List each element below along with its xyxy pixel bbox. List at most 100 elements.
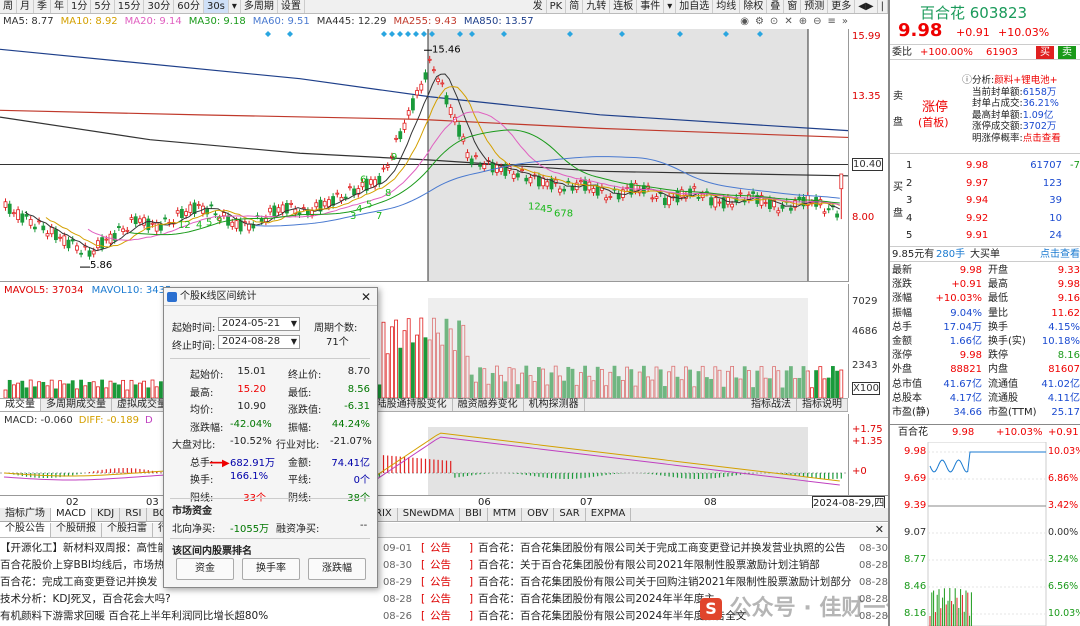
info-icon: ⓘ bbox=[962, 75, 972, 86]
mini-title: 百合花 bbox=[898, 427, 928, 438]
period-tab[interactable]: 季 bbox=[34, 0, 51, 13]
signal-diamond bbox=[389, 31, 395, 37]
close-icon[interactable]: ✕ bbox=[361, 288, 371, 306]
nine-turn-digit: 678 bbox=[554, 208, 573, 219]
period-tab[interactable]: 年 bbox=[51, 0, 68, 13]
candle-body bbox=[87, 250, 92, 257]
mini-price-tick: 9.98 bbox=[904, 446, 927, 457]
candle-body bbox=[591, 188, 596, 193]
formula-tab[interactable]: RSI bbox=[120, 508, 148, 521]
intraday-mini-chart[interactable]: 9.98 9.69 9.39 9.07 8.77 8.46 8.16 10.03% 6.86% 3… bbox=[890, 441, 1080, 626]
bid-volume: 24 bbox=[1049, 230, 1062, 241]
news-item[interactable]: 有机颜料下游需求回暖 百合花上半年利润同比增长超80% 08-26 bbox=[0, 608, 412, 625]
period-tab[interactable]: 30分 bbox=[144, 0, 175, 13]
volume-chart[interactable] bbox=[0, 298, 848, 398]
macd-svg[interactable] bbox=[0, 427, 848, 495]
indicator-help-button[interactable]: 指标说明 bbox=[797, 399, 848, 411]
macd-chart[interactable] bbox=[0, 427, 848, 495]
news-item[interactable]: 技术分析：KDJ死叉，百合花会大吗? 08-28 bbox=[0, 591, 412, 608]
toolbar-button[interactable]: PK bbox=[547, 0, 567, 13]
close-icon[interactable]: ✕ bbox=[871, 523, 888, 537]
candle-body bbox=[66, 239, 71, 249]
period-tab[interactable]: 1分 bbox=[68, 0, 92, 13]
formula-tab[interactable]: MTM bbox=[488, 508, 523, 521]
target-icon[interactable]: ⊙ bbox=[770, 15, 778, 29]
indicator-tab[interactable]: 机构探测器 bbox=[524, 399, 585, 411]
announcement-item[interactable]: [公告] 百合花：关于百合花集团股份有限公司2021年限制性股票激励计划注销部 08… bbox=[416, 557, 888, 574]
toolbar-button[interactable]: 加自选 bbox=[676, 0, 714, 13]
period-tab[interactable]: 多周期 bbox=[241, 0, 278, 13]
settings-icon[interactable]: ⚙ bbox=[755, 15, 764, 29]
menu-icon[interactable]: ≡ bbox=[827, 15, 835, 29]
north-value: -1055万 bbox=[230, 524, 270, 535]
volume-svg[interactable] bbox=[0, 298, 848, 398]
rank-turnover-button[interactable]: 换手率 bbox=[242, 558, 300, 580]
close-icon[interactable]: ✕ bbox=[784, 15, 792, 29]
toolbar-button[interactable]: 除权 bbox=[740, 0, 768, 13]
candle-body bbox=[398, 131, 403, 140]
end-time-select[interactable]: 2024-08-28 ▼ bbox=[218, 335, 300, 349]
announcement-item[interactable]: [公告] 百合花：百合花集团股份有限公司关于回购注销2021年限制性股票激励计划部… bbox=[416, 574, 888, 591]
candle-body bbox=[633, 182, 638, 192]
toolbar-button[interactable]: 窗 bbox=[784, 0, 802, 13]
formula-tab[interactable]: 指标广场 bbox=[0, 508, 51, 521]
toolbar-button[interactable]: 事件 bbox=[637, 0, 665, 13]
bid-level: 3 bbox=[906, 195, 913, 206]
zoom-out-icon[interactable]: ⊖ bbox=[813, 15, 821, 29]
toolbar-button[interactable]: | bbox=[878, 0, 888, 13]
toolbar-button[interactable]: 预测 bbox=[801, 0, 829, 13]
sell-button[interactable]: 卖 bbox=[1058, 46, 1076, 59]
toolbar-button[interactable]: 九转 bbox=[583, 0, 611, 13]
toolbar-button[interactable]: 更多 bbox=[828, 0, 856, 13]
formula-tab[interactable]: KDJ bbox=[92, 508, 121, 521]
big-order-link[interactable]: 点击查看 bbox=[1040, 248, 1080, 262]
toolbar-button[interactable]: 发 bbox=[530, 0, 547, 13]
period-tab[interactable]: 60分 bbox=[174, 0, 204, 13]
indicator-help-button[interactable]: 指标战法 bbox=[746, 399, 797, 411]
formula-tab[interactable]: OBV bbox=[522, 508, 555, 521]
formula-tab[interactable]: EXPMA bbox=[586, 508, 632, 521]
announcement-title: 百合花：关于百合花集团股份有限公司2021年限制性股票激励计划注销部 bbox=[478, 559, 820, 571]
formula-tab[interactable]: SAR bbox=[554, 508, 586, 521]
kline-chart[interactable]: 15.46 5.86 7 8 9 12 4 5 9 6 5 3 4 12 45 678 bbox=[0, 29, 848, 282]
price-tick: 8.00 bbox=[852, 211, 875, 223]
announcement-item[interactable]: [公告] 百合花：百合花集团股份有限公司关于完成工商变更登记并换发营业执照的公告 0… bbox=[416, 540, 888, 557]
start-time-select[interactable]: 2024-05-21 ▼ bbox=[218, 317, 300, 331]
period-tab[interactable]: 周 bbox=[0, 0, 17, 13]
toolbar-button[interactable]: 连板 bbox=[610, 0, 638, 13]
toolbar-button[interactable]: 简 bbox=[566, 0, 584, 13]
period-tab[interactable]: 设置 bbox=[278, 0, 305, 13]
formula-tab[interactable]: BBI bbox=[460, 508, 488, 521]
toolbar-button[interactable]: 叠 bbox=[767, 0, 785, 13]
period-tab[interactable]: ▾ bbox=[229, 0, 241, 13]
toolbar-button[interactable]: ▾ bbox=[664, 0, 677, 13]
period-tab[interactable]: 15分 bbox=[115, 0, 145, 13]
candle-body bbox=[448, 107, 453, 115]
bid-price: 9.97 bbox=[966, 177, 989, 189]
formula-tab[interactable]: MACD bbox=[51, 508, 92, 521]
indicator-tab[interactable]: 陆股通持股变化 bbox=[372, 399, 453, 411]
ma-label: MA255: 9.43 bbox=[393, 16, 457, 27]
stat-label: 平线: bbox=[288, 475, 312, 486]
indicator-tab[interactable]: 成交量 bbox=[0, 399, 41, 411]
rank-change-button[interactable]: 涨跌幅 bbox=[308, 558, 366, 580]
period-tab[interactable]: 30s bbox=[203, 0, 229, 13]
toolbar-button[interactable]: 均线 bbox=[713, 0, 741, 13]
indicator-tab[interactable]: 多周期成交量 bbox=[41, 399, 112, 411]
buy-button[interactable]: 买 bbox=[1036, 46, 1054, 59]
toolbar-button[interactable]: ◀▶ bbox=[855, 0, 878, 13]
chevron-right-icon[interactable]: » bbox=[842, 15, 848, 29]
candle-body bbox=[301, 207, 306, 210]
period-tab[interactable]: 5分 bbox=[91, 0, 115, 13]
period-tab[interactable]: 月 bbox=[17, 0, 34, 13]
indicator-tab[interactable]: 融资融券变化 bbox=[453, 399, 524, 411]
info-tab[interactable]: 个股扫雷 bbox=[102, 523, 153, 537]
eye-icon[interactable]: ◉ bbox=[740, 15, 749, 29]
info-tab[interactable]: 个股公告 bbox=[0, 523, 51, 537]
zoom-in-icon[interactable]: ⊕ bbox=[799, 15, 807, 29]
formula-tab[interactable]: SNewDMA bbox=[398, 508, 461, 521]
info-tab[interactable]: 个股研报 bbox=[51, 523, 102, 537]
kline-svg[interactable]: 15.465.8678912 4 5 96534 12 45 678 bbox=[0, 29, 848, 282]
candle-body bbox=[616, 193, 621, 200]
rank-capital-button[interactable]: 资金 bbox=[176, 558, 234, 580]
